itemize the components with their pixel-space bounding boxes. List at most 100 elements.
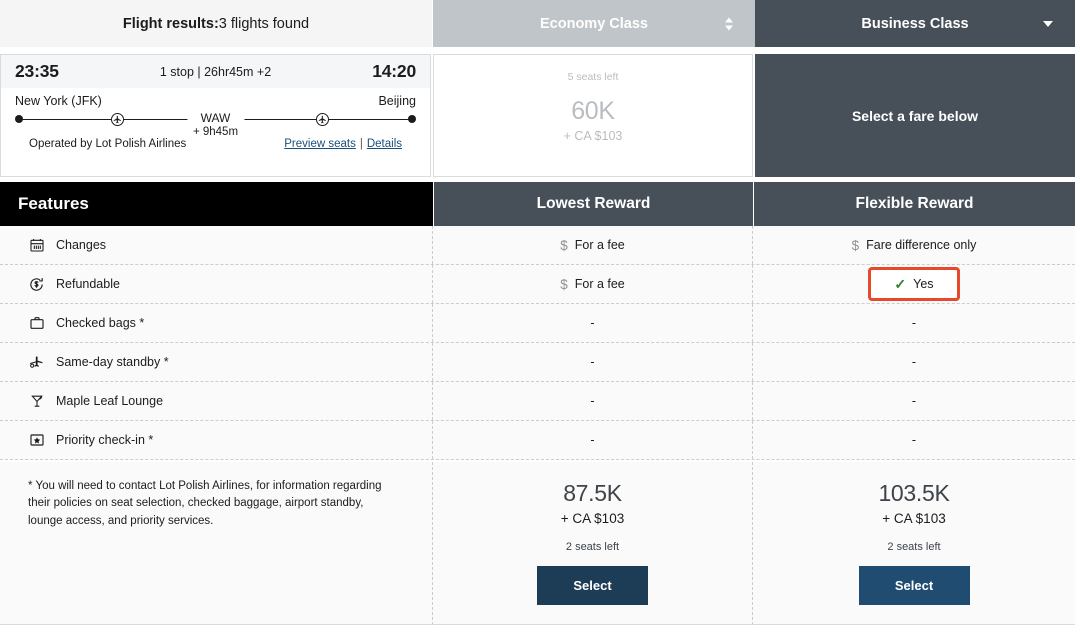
- flexible-reward-cell: -: [753, 421, 1075, 459]
- plane-icon: [315, 113, 329, 126]
- lowest-reward-cell: -: [433, 304, 753, 342]
- cell-value: For a fee: [574, 277, 625, 291]
- destination-dot: [408, 115, 416, 123]
- cell-value: -: [911, 316, 917, 330]
- flight-fare-comparison-page: Flight results: 3 flights found Economy C…: [0, 0, 1080, 644]
- calendar-icon: [28, 237, 45, 254]
- tab-business-label: Business Class: [861, 15, 969, 32]
- lowest-miles: 87.5K: [563, 480, 622, 506]
- cell-content: -: [912, 355, 916, 369]
- flight-results-title: Flight results: 3 flights found: [0, 0, 433, 47]
- flight-time-band: 23:35 1 stop | 26hr45m +2 14:20: [1, 55, 430, 88]
- cell-content: -: [590, 433, 594, 447]
- results-count: 3 flights found: [218, 15, 310, 32]
- stepper-updown-icon[interactable]: [725, 17, 733, 30]
- flexible-miles: 103.5K: [878, 480, 950, 506]
- stopover-duration: + 9h45m: [192, 125, 239, 138]
- feature-label: Same-day standby *: [56, 355, 169, 369]
- cell-value: -: [911, 433, 917, 447]
- lowest-seats-left: 2 seats left: [565, 541, 620, 553]
- origin-dot: [15, 115, 23, 123]
- route-line: WAW + 9h45m: [15, 111, 416, 140]
- cell-value: -: [911, 355, 917, 369]
- tab-business-class[interactable]: Business Class: [755, 0, 1075, 47]
- flexible-seats-left: 2 seats left: [887, 541, 941, 553]
- tab-economy-class[interactable]: Economy Class: [433, 0, 755, 47]
- cell-content: -: [912, 433, 916, 447]
- destination-city: Beijing: [378, 94, 416, 108]
- table-row: Same-day standby * - -: [0, 343, 1075, 382]
- flight-links: Preview seats | Details: [284, 138, 402, 150]
- cell-value: Fare difference only: [866, 238, 977, 252]
- standby-plane-icon: [28, 354, 45, 371]
- flexible-reward-cell: -: [753, 304, 1075, 342]
- economy-fare-card[interactable]: 5 seats left 60K + CA $103: [433, 54, 753, 177]
- feature-cell: Same-day standby *: [0, 343, 433, 381]
- table-row: Maple Leaf Lounge - -: [0, 382, 1075, 421]
- table-row: Priority check-in * - -: [0, 421, 1075, 460]
- table-row: Refundable $ For a fee ✓ Yes: [0, 265, 1075, 304]
- dollar-icon: $: [851, 237, 860, 253]
- class-tab-row: Flight results: 3 flights found Economy C…: [0, 0, 1075, 47]
- link-separator: |: [359, 138, 363, 150]
- refund-dollar-icon: [28, 276, 45, 293]
- economy-tax: + CA $103: [563, 129, 623, 143]
- select-flexible-reward-button[interactable]: Select: [858, 566, 970, 605]
- lowest-reward-cell: -: [433, 343, 753, 381]
- cell-content: -: [590, 316, 594, 330]
- table-body: Changes $ For a fee $ Fare difference only Re…: [0, 226, 1075, 460]
- lowest-reward-cell: -: [433, 421, 753, 459]
- lowest-reward-cell: -: [433, 382, 753, 420]
- flexible-tax: + CA $103: [882, 511, 946, 526]
- economy-miles: 60K: [571, 97, 615, 125]
- details-link[interactable]: Details: [367, 138, 402, 150]
- table-header-row: Features Lowest Reward Flexible Reward: [0, 182, 1075, 226]
- stopover-info: WAW + 9h45m: [186, 111, 245, 140]
- select-lowest-reward-button[interactable]: Select: [537, 566, 648, 605]
- fare-comparison-table: Features Lowest Reward Flexible Reward C…: [0, 182, 1075, 460]
- footnote-text: * You will need to contact Lot Polish Ai…: [0, 462, 433, 625]
- economy-seats-left: 5 seats left: [567, 71, 619, 83]
- feature-label: Changes: [56, 238, 107, 252]
- chevron-down-icon[interactable]: [1043, 20, 1053, 27]
- preview-seats-link[interactable]: Preview seats: [284, 138, 356, 150]
- feature-cell: Checked bags *: [0, 304, 433, 342]
- cell-value: -: [911, 394, 917, 408]
- flight-itinerary-card[interactable]: 23:35 1 stop | 26hr45m +2 14:20 New York…: [0, 54, 431, 177]
- cell-value: -: [590, 433, 595, 447]
- business-prompt: Select a fare below: [851, 107, 979, 124]
- refundable-highlight-box: ✓ Yes: [868, 267, 960, 301]
- stopover-code: WAW: [200, 111, 231, 125]
- feature-cell: Changes: [0, 226, 433, 264]
- cell-value: -: [590, 355, 595, 369]
- cell-content: $ For a fee: [560, 238, 625, 253]
- flexible-reward-price-cell: 103.5K + CA $103 2 seats left Select: [753, 462, 1075, 625]
- origin-city: New York (JFK): [15, 94, 102, 108]
- cell-content: -: [590, 394, 594, 408]
- tab-economy-label: Economy Class: [540, 15, 648, 32]
- dollar-icon: $: [560, 276, 568, 292]
- feature-cell: Refundable: [0, 265, 433, 303]
- flexible-reward-column-header: Flexible Reward: [753, 182, 1075, 226]
- star-box-icon: [28, 432, 45, 449]
- lounge-glass-icon: [28, 393, 45, 410]
- cell-content: -: [912, 316, 916, 330]
- feature-label: Priority check-in *: [56, 433, 154, 447]
- cell-content: -: [912, 394, 916, 408]
- table-row: Checked bags * - -: [0, 304, 1075, 343]
- check-icon: ✓: [894, 275, 907, 292]
- lowest-reward-cell: $ For a fee: [433, 265, 753, 303]
- flight-summary: 1 stop | 26hr45m +2: [159, 64, 272, 79]
- feature-cell: Priority check-in *: [0, 421, 433, 459]
- route-diagram: New York (JFK) Beijing WAW + 9h45m Opera…: [1, 88, 430, 150]
- operated-by-text: Operated by Lot Polish Airlines: [29, 138, 187, 150]
- cell-value: -: [590, 394, 595, 408]
- table-row: Changes $ For a fee $ Fare difference only: [0, 226, 1075, 265]
- lowest-reward-column-header: Lowest Reward: [433, 182, 753, 226]
- cell-content: $ Fare difference only: [852, 238, 977, 253]
- flexible-reward-cell: -: [753, 382, 1075, 420]
- table-footer: * You will need to contact Lot Polish Ai…: [0, 462, 1075, 625]
- feature-label: Maple Leaf Lounge: [56, 394, 164, 408]
- cell-content: $ For a fee: [560, 277, 625, 292]
- cell-value: For a fee: [574, 238, 625, 252]
